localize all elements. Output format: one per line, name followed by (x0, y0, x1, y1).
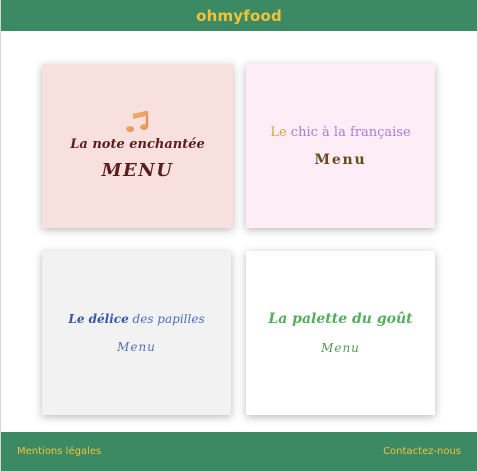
contact-link[interactable]: Contactez-nous (383, 446, 461, 457)
menu-label: Menu (314, 151, 367, 168)
menu-label: Menu (321, 341, 360, 355)
card-title-first-word: Le (270, 124, 287, 140)
page: ohmyfood La note enchantée MENU Le chic … (0, 0, 478, 471)
legal-notice-link[interactable]: Mentions légales (17, 446, 101, 457)
brand-logo[interactable]: ohmyfood (196, 7, 282, 25)
menu-label: MENU (101, 160, 174, 181)
site-header: ohmyfood (1, 0, 477, 31)
card-title: Le chic à la française (270, 125, 410, 140)
card-title: La palette du goût (268, 311, 413, 327)
card-title-rest: des papilles (128, 312, 205, 326)
card-title: La note enchantée (70, 137, 205, 152)
music-note-icon (125, 111, 148, 132)
restaurant-card-la-note-enchantee[interactable]: La note enchantée MENU (42, 64, 233, 228)
card-title-bold: Le délice (68, 312, 129, 326)
card-title-rest: chic à la française (286, 124, 411, 140)
restaurant-card-la-palette-du-gout[interactable]: La palette du goût Menu (246, 251, 435, 415)
site-footer: Mentions légales Contactez-nous (1, 432, 477, 471)
restaurant-card-le-chic-a-la-francaise[interactable]: Le chic à la française Menu (246, 64, 435, 228)
menu-label: Menu (117, 340, 156, 354)
card-title: Le délice des papilles (68, 312, 204, 326)
restaurant-card-le-delice-des-papilles[interactable]: Le délice des papilles Menu (42, 251, 231, 415)
